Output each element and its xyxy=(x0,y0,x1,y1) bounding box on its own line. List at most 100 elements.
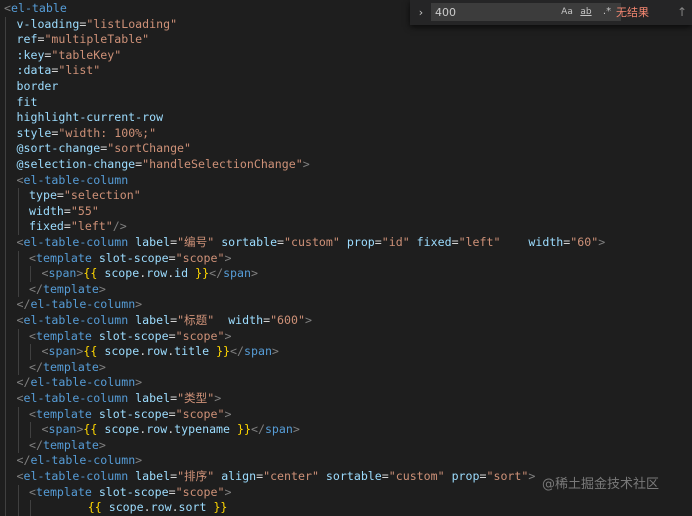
code-token: . xyxy=(143,500,151,515)
code-token: = xyxy=(168,406,176,421)
code-token: = xyxy=(168,328,176,343)
indent-guide xyxy=(30,344,31,360)
code-token: el-table-column xyxy=(30,375,136,390)
code-token: el-table xyxy=(10,1,67,15)
code-token: title xyxy=(174,344,210,359)
code-token: = xyxy=(56,188,64,203)
code-token: = xyxy=(277,235,285,249)
code-token: align xyxy=(221,469,257,483)
indent-guide xyxy=(30,422,31,438)
code-line: v-loading="listLoading" xyxy=(17,17,178,33)
indent-guide xyxy=(17,188,19,235)
code-token: </ xyxy=(209,266,224,281)
code-token: "scope" xyxy=(175,484,225,499)
code-token: > xyxy=(304,313,312,327)
match-whole-word-button[interactable]: ab xyxy=(578,5,594,19)
code-token: label xyxy=(135,469,171,483)
code-token: highlight-current-row xyxy=(16,110,164,125)
code-line: </el-table-column> xyxy=(17,453,143,469)
code-token: el-table-column xyxy=(23,235,129,249)
code-token: = xyxy=(374,235,382,249)
watermark: @稀土掘金技术社区 xyxy=(542,477,660,492)
previous-match-icon[interactable]: ↑ xyxy=(675,4,689,20)
code-token: scope xyxy=(108,500,144,515)
code-line: highlight-current-row xyxy=(17,110,164,126)
regex-button[interactable]: .* xyxy=(599,5,615,19)
code-token: row xyxy=(150,500,172,515)
code-token: </ xyxy=(16,297,31,312)
code-token: v-loading xyxy=(16,16,80,31)
code-token: > xyxy=(98,281,106,296)
code-token: "scope" xyxy=(175,406,225,421)
code-token: "排序" xyxy=(177,469,215,483)
code-token: fit xyxy=(16,94,38,109)
code-token: "scope" xyxy=(175,250,225,265)
code-token: sortable xyxy=(221,235,278,249)
find-input[interactable] xyxy=(435,4,553,20)
code-token: "width: 100%;" xyxy=(58,125,157,140)
code-token: < xyxy=(29,406,36,421)
toggle-replace-icon[interactable]: › xyxy=(414,5,428,20)
code-token: el-table-column xyxy=(23,469,129,483)
code-token: "list" xyxy=(58,63,101,78)
code-token: > xyxy=(224,406,232,421)
code-line: <span>{{ scope.row.id }}</span> xyxy=(42,266,258,282)
code-editor[interactable]: <el-table v-loading="listLoading" ref="mul… xyxy=(0,0,692,516)
code-token: < xyxy=(29,484,36,499)
code-token: "custom" xyxy=(388,469,445,483)
code-token: slot-scope xyxy=(98,328,169,343)
code-line: style="width: 100%;" xyxy=(17,126,157,142)
code-line: <el-table-column label="类型"> xyxy=(17,391,222,407)
code-token: < xyxy=(4,1,11,15)
code-token: "tableKey" xyxy=(51,47,122,62)
code-line: </template> xyxy=(29,438,106,454)
code-token: > xyxy=(98,437,106,452)
find-input-box[interactable]: Aa ab .* xyxy=(431,3,621,21)
code-token: = xyxy=(63,203,71,218)
code-line: </template> xyxy=(29,282,106,298)
code-token: > xyxy=(224,250,232,265)
code-token: ref xyxy=(16,32,38,47)
code-token: {{ xyxy=(87,500,102,515)
code-token: span xyxy=(223,266,251,281)
code-line: type="selection" xyxy=(29,188,141,204)
code-token: "left" xyxy=(458,235,501,249)
code-token: > xyxy=(224,328,232,343)
code-token: template xyxy=(35,250,92,265)
code-token: > xyxy=(598,235,606,249)
code-token: > xyxy=(98,359,106,374)
code-token: "left" xyxy=(70,219,113,234)
code-token: {{ xyxy=(83,422,98,437)
code-token: }} xyxy=(237,422,251,437)
code-token: "sortChange" xyxy=(107,141,192,156)
code-line: :data="list" xyxy=(17,63,101,79)
code-token: </ xyxy=(250,422,265,437)
code-token: }} xyxy=(216,344,231,359)
code-token: = xyxy=(63,219,71,234)
code-line: {{ scope.row.sort }} xyxy=(4,500,228,516)
code-token: </ xyxy=(16,375,31,390)
code-token: sort xyxy=(178,500,207,515)
code-token: slot-scope xyxy=(98,484,169,499)
code-token: prop xyxy=(346,235,375,249)
code-token: > xyxy=(224,484,232,499)
code-token: {{ xyxy=(83,344,98,359)
code-token: slot-scope xyxy=(98,250,169,265)
code-token: "listLoading" xyxy=(86,16,178,31)
match-case-button[interactable]: Aa xyxy=(559,5,575,19)
code-token: > xyxy=(292,422,300,437)
code-token: = xyxy=(170,469,178,483)
code-token: = xyxy=(381,469,389,483)
code-token: = xyxy=(168,250,176,265)
code-line: ref="multipleTable" xyxy=(17,32,150,48)
code-token: < xyxy=(29,250,36,265)
code-token: > xyxy=(135,453,143,468)
code-token: typename xyxy=(174,422,231,437)
code-token: "标题" xyxy=(177,313,215,327)
indent-guide xyxy=(17,250,19,298)
code-token: }} xyxy=(213,500,228,515)
code-token: "编号" xyxy=(177,235,215,249)
